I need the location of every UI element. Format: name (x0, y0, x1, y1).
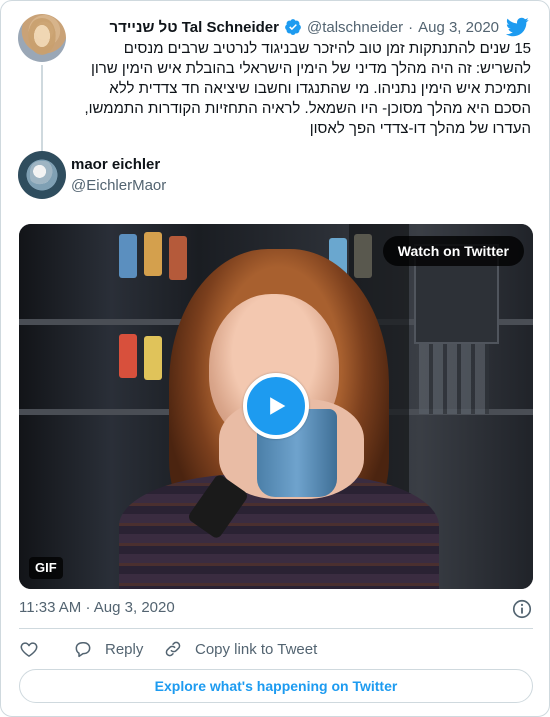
header-separator: · (408, 18, 414, 36)
reply-label: Reply (105, 640, 144, 658)
play-button[interactable] (243, 373, 309, 439)
copy-link-button[interactable]: Copy link to Tweet (163, 638, 317, 660)
gif-badge: GIF (29, 557, 63, 579)
tweet-time: 11:33 AM (19, 599, 82, 616)
snack-item (144, 336, 162, 380)
footer-divider (19, 628, 533, 629)
author-avatar[interactable] (18, 151, 66, 199)
explore-twitter-button[interactable]: Explore what's happening on Twitter (19, 669, 533, 703)
tweet-actions: Reply Copy link to Tweet (19, 638, 317, 660)
author-handle[interactable]: @EichlerMaor (71, 177, 166, 194)
tweet-timestamp[interactable]: 11:33 AM · Aug 3, 2020 (19, 599, 175, 616)
parent-date-link[interactable]: Aug 3, 2020 (418, 19, 499, 36)
snack-item (169, 236, 187, 280)
parent-handle[interactable]: @talschneider (307, 19, 403, 36)
vending-keypad (419, 344, 489, 414)
thread-connector-line (41, 65, 43, 153)
tweet-date: Aug 3, 2020 (93, 599, 175, 616)
parent-tweet-text: 15 שנים להתנתקות זמן טוב להיזכר שבניגוד … (84, 40, 531, 137)
reply-icon (75, 642, 91, 658)
twitter-bird-icon[interactable] (505, 15, 529, 39)
gif-media[interactable]: Watch on Twitter GIF (19, 224, 533, 589)
snack-item (119, 234, 137, 278)
embedded-tweet-card: טל שניידר Tal Schneider @talschneider · … (0, 0, 550, 717)
copy-link-label: Copy link to Tweet (195, 640, 318, 658)
info-icon[interactable] (511, 598, 533, 620)
play-icon (270, 397, 286, 415)
parent-avatar[interactable] (18, 14, 66, 62)
parent-tweet-header: טל שניידר Tal Schneider @talschneider · … (110, 16, 499, 38)
heart-icon (20, 642, 38, 657)
timestamp-separator: · (85, 599, 91, 616)
reply-button[interactable]: Reply (73, 638, 163, 660)
snack-item (144, 232, 162, 276)
snack-item (119, 334, 137, 378)
like-button[interactable] (19, 638, 73, 660)
link-icon (165, 641, 181, 657)
watch-on-twitter-button[interactable]: Watch on Twitter (382, 236, 524, 266)
verified-badge-icon (285, 19, 301, 35)
author-display-name[interactable]: maor eichler (71, 156, 160, 173)
parent-display-name[interactable]: טל שניידר Tal Schneider (110, 19, 279, 36)
